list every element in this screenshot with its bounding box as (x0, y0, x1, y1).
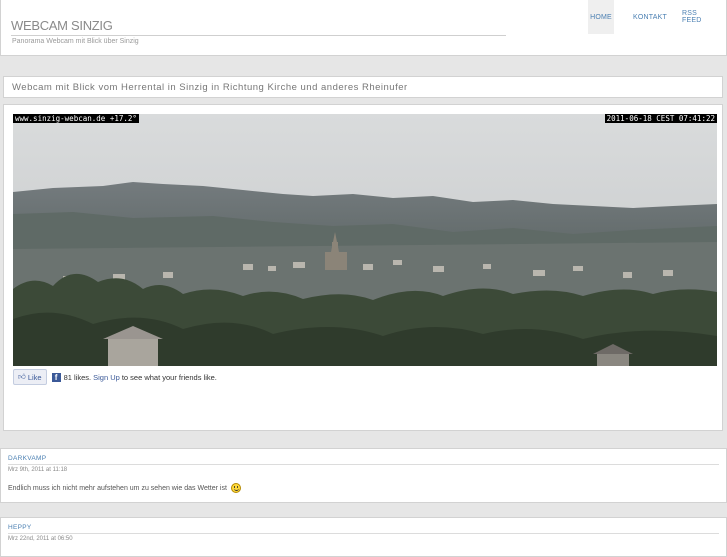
comment: DARKVAMP Mrz 9th, 2011 at 11:18 Endlich … (0, 448, 727, 503)
site-tagline: Panorama Webcam mit Blick über Sinzig (12, 38, 139, 45)
main-nav: HOME KONTAKT RSS FEED (588, 0, 718, 34)
signup-link[interactable]: Sign Up (93, 373, 120, 382)
webcam-panel: www.sinzig-webcan.de +17.2° 2011-06-18 C… (3, 104, 723, 431)
thumbs-up-icon: 👍︎ (18, 372, 26, 381)
nav-home[interactable]: HOME (588, 0, 614, 34)
comment: HEPPY Mrz 22nd, 2011 at 06:50 (0, 517, 727, 557)
nav-rss-feed[interactable]: RSS FEED (682, 0, 718, 34)
site-header: WEBCAM SINZIG Panorama Webcam mit Blick … (0, 0, 727, 56)
comment-date: Mrz 9th, 2011 at 11:18 (8, 467, 68, 473)
comment-author[interactable]: DARKVAMP (8, 455, 46, 462)
post-title-box: Webcam mit Blick vom Herrental in Sinzig… (3, 76, 723, 98)
webcam-timestamp: 2011-06-18 CEST 07:41:22 (604, 114, 717, 123)
webcam-image: www.sinzig-webcan.de +17.2° 2011-06-18 C… (13, 114, 717, 366)
webcam-site-stamp: www.sinzig-webcan.de +17.2° (13, 114, 139, 123)
facebook-like-row: 👍︎ Like f 81 likes. Sign Up to see what … (13, 369, 217, 385)
comment-date: Mrz 22nd, 2011 at 06:50 (8, 536, 73, 542)
comment-text-row: Endlich muss ich nicht mehr aufstehen um… (8, 483, 241, 493)
nav-kontakt[interactable]: KONTAKT (630, 0, 670, 34)
comment-divider (8, 464, 719, 465)
wink-smiley-icon (230, 483, 241, 493)
likes-suffix: to see what your friends like. (121, 372, 217, 382)
comment-author[interactable]: HEPPY (8, 524, 32, 531)
title-divider (11, 35, 506, 36)
post-title[interactable]: Webcam mit Blick vom Herrental in Sinzig… (12, 82, 408, 93)
facebook-icon: f (51, 372, 61, 382)
facebook-like-button[interactable]: 👍︎ Like (13, 369, 47, 385)
comment-text: Endlich muss ich nicht mehr aufstehen um… (8, 484, 227, 492)
site-title[interactable]: WEBCAM SINZIG (11, 18, 113, 33)
likes-count: 81 likes. (63, 372, 92, 382)
like-label: Like (27, 372, 42, 382)
comment-divider (8, 533, 719, 534)
